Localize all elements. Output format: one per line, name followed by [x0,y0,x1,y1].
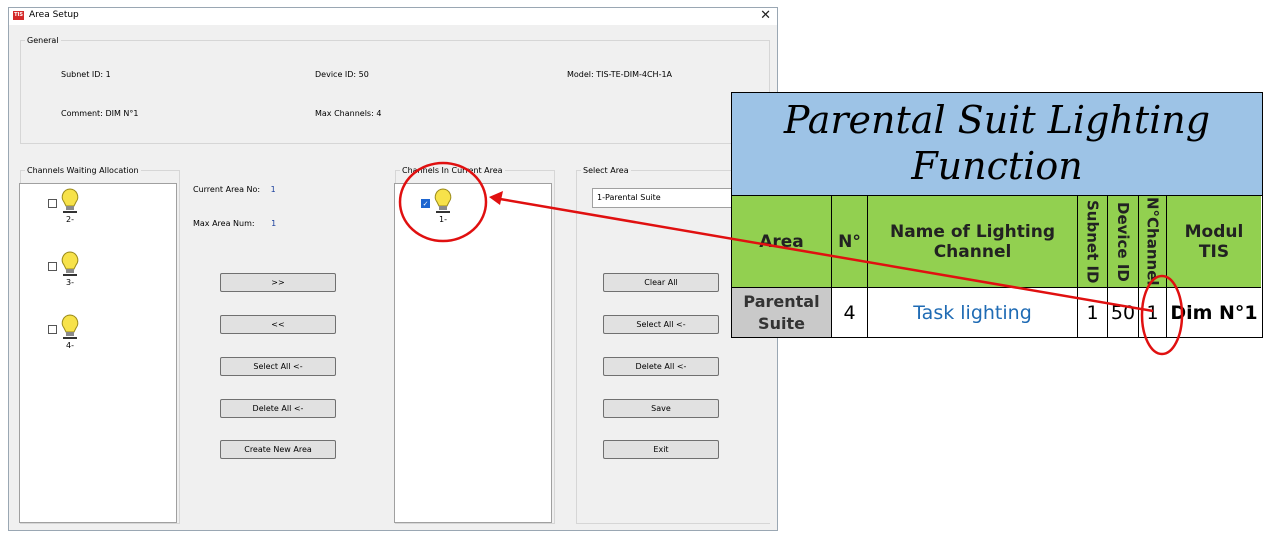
max-area-label: Max Area Num: [193,219,255,228]
comment-row: Comment: DIM N°1 [61,109,138,118]
delete-all-left-button[interactable]: Delete All <- [220,399,336,418]
clear-all-button[interactable]: Clear All [603,273,719,292]
device-id-row: Device ID: 50 [315,70,369,79]
channel-label: 3- [66,278,74,287]
cell-module-text: Dim N°1 [1170,301,1258,324]
cell-channel-name-text: Task lighting [913,301,1032,324]
waiting-label: Channels Waiting Allocation [25,165,141,176]
cell-subnet-id: 1 [1078,288,1108,337]
light-bulb-icon [61,314,79,339]
header-number: N° [832,196,868,288]
header-device-id: Device ID [1108,196,1139,288]
create-new-area-button[interactable]: Create New Area [220,440,336,459]
subnet-id-value: 1 [105,70,111,79]
header-subnet-id: Subnet ID [1078,196,1108,288]
list-item[interactable]: 2- [48,188,108,232]
subnet-id-row: Subnet ID: 1 [61,70,111,79]
subnet-id-label: Subnet ID: [61,70,104,79]
channel-label: 4- [66,341,74,350]
current-area-group-label: Channels In Current Area [400,165,505,176]
light-bulb-icon [61,188,79,213]
channel-checkbox-checked[interactable]: ✓ [421,199,430,208]
area-select-dropdown[interactable]: 1-Parental Suite [592,188,742,208]
device-id-value: 50 [358,70,369,79]
close-button[interactable]: ✕ [760,8,771,24]
cell-subnet-id-text: 1 [1086,301,1099,324]
max-area-value: 1 [271,219,277,228]
cell-number: 4 [832,288,868,337]
list-item[interactable]: 3- [48,251,108,295]
lighting-function-card: Parental Suit Lighting Function Area N° … [731,92,1263,338]
list-item[interactable]: ✓ 1- [421,188,481,232]
header-area: Area [732,196,832,288]
card-title: Parental Suit Lighting Function [732,93,1262,196]
device-id-label: Device ID: [315,70,357,79]
waiting-channel-list[interactable]: 2- 3- 4- [19,183,177,523]
header-device-id-text: Device ID [1114,201,1132,282]
general-group: General [20,35,770,144]
comment-value: DIM N°1 [105,109,139,118]
select-all-right-button[interactable]: Select All <- [603,315,719,334]
header-module-text: Modul TIS [1184,221,1244,262]
channel-checkbox[interactable] [48,325,57,334]
window-title: Area Setup [29,10,79,20]
max-channels-row: Max Channels: 4 [315,109,381,118]
header-area-text: Area [759,231,804,252]
cell-channel-name: Task lighting [868,288,1078,337]
cell-module: Dim N°1 [1167,288,1261,337]
move-left-button[interactable]: << [220,315,336,334]
cell-device-id-text: 50 [1110,301,1136,324]
header-number-text: N° [838,231,861,252]
header-channel-name: Name of Lighting Channel [868,196,1078,288]
cell-area: Parental Suite [732,288,832,337]
delete-all-right-button[interactable]: Delete All <- [603,357,719,376]
model-label: Model: [567,70,594,79]
exit-button[interactable]: Exit [603,440,719,459]
cell-number-text: 4 [843,301,856,324]
channel-label: 2- [66,215,74,224]
current-area-value: 1 [270,185,276,194]
comment-label: Comment: [61,109,103,118]
save-button[interactable]: Save [603,399,719,418]
area-setup-window: TIS Area Setup ✕ General Subnet ID: 1 De… [8,7,778,531]
cell-area-text: Parental Suite [743,291,820,333]
channel-checkbox[interactable] [48,262,57,271]
header-module: Modul TIS [1167,196,1261,288]
select-all-left-button[interactable]: Select All <- [220,357,336,376]
max-area-row: Max Area Num: 1 [193,219,276,228]
move-right-button[interactable]: >> [220,273,336,292]
model-row: Model: TIS-TE-DIM-4CH-1A [567,70,672,79]
max-channels-value: 4 [376,109,382,118]
model-value: TIS-TE-DIM-4CH-1A [596,70,673,79]
header-channel-number-text: N°Channel [1143,197,1162,286]
channel-checkbox[interactable] [48,199,57,208]
light-bulb-icon [61,251,79,276]
channel-label: 1- [439,215,447,224]
light-bulb-icon [434,188,452,213]
select-area-label: Select Area [581,165,631,176]
cell-device-id: 50 [1108,288,1139,337]
current-area-row: Current Area No: 1 [193,185,276,194]
list-item[interactable]: 4- [48,314,108,358]
header-channel-number: N°Channel [1139,196,1167,288]
app-logo-icon: TIS [13,11,24,20]
current-channel-list[interactable]: ✓ 1- [394,183,552,523]
title-bar: TIS Area Setup ✕ [9,8,777,25]
cell-channel-number: 1 [1139,288,1167,337]
header-subnet-id-text: Subnet ID [1083,199,1102,284]
header-channel-name-text: Name of Lighting Channel [889,221,1055,262]
current-area-label: Current Area No: [193,185,261,194]
max-channels-label: Max Channels: [315,109,374,118]
cell-channel-number-text: 1 [1146,301,1159,324]
general-label: General [25,35,61,46]
